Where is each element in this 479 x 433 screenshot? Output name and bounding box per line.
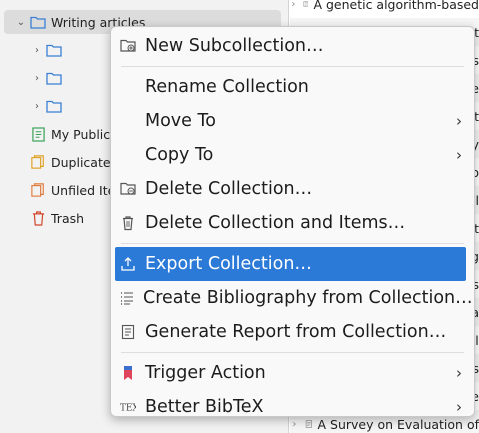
chevron-right-icon[interactable]: › [30, 73, 44, 84]
menu-item-label: Delete Collection and Items… [145, 213, 406, 233]
menu-item-delete-collection[interactable]: Delete Collection… [115, 172, 466, 206]
chevron-right-icon: › [456, 364, 462, 382]
svg-text:TEX: TEX [120, 404, 136, 414]
menu-item-label: Rename Collection [145, 77, 309, 97]
trash-icon [30, 210, 46, 226]
folder-icon [46, 98, 62, 114]
document-icon [303, 1, 308, 7]
menu-item-move-to[interactable]: Move To › [115, 104, 466, 138]
menu-item-label: Export Collection… [145, 254, 312, 274]
unfiled-icon [30, 182, 46, 198]
chevron-down-icon[interactable]: ⌄ [14, 17, 28, 28]
tree-item-trash[interactable]: Trash [28, 206, 84, 230]
item-row[interactable]: › A genetic algorithm-based [290, 0, 479, 18]
blank-icon [119, 78, 137, 96]
chevron-right-icon: › [456, 112, 462, 130]
menu-item-label: New Subcollection… [145, 36, 324, 56]
menu-item-export-collection[interactable]: Export Collection… [115, 247, 466, 281]
menu-item-label: Delete Collection… [145, 179, 313, 199]
menu-item-label: Generate Report from Collection… [145, 322, 447, 342]
chevron-right-icon[interactable]: › [30, 101, 44, 112]
tree-item-label: Trash [51, 210, 85, 226]
chevron-right-icon[interactable]: › [30, 45, 44, 56]
menu-item-trigger-action[interactable]: Trigger Action › [115, 356, 466, 390]
chevron-right-icon[interactable]: › [290, 0, 297, 10]
menu-item-copy-to[interactable]: Copy To › [115, 138, 466, 172]
menu-item-label: Better BibTeX [145, 397, 264, 417]
chevron-right-icon: › [456, 398, 462, 416]
bookmark-icon [119, 364, 137, 382]
item-title: A genetic algorithm-based [313, 0, 479, 12]
menu-item-rename-collection[interactable]: Rename Collection [115, 70, 466, 104]
menu-item-label: Move To [145, 111, 216, 131]
menu-item-new-subcollection[interactable]: New Subcollection… [115, 29, 466, 63]
menu-separator [121, 352, 464, 353]
duplicate-icon [30, 154, 46, 170]
menu-item-better-bibtex[interactable]: TEX Better BibTeX › [115, 390, 466, 424]
folder-icon [30, 14, 46, 30]
menu-item-generate-report[interactable]: Generate Report from Collection… [115, 315, 466, 349]
report-icon [119, 323, 137, 341]
tree-item-subfolder-2[interactable]: › [30, 66, 67, 90]
chevron-right-icon: › [456, 146, 462, 164]
delete-collection-icon [119, 180, 137, 198]
menu-item-label: Trigger Action [145, 363, 266, 383]
tree-item-subfolder-1[interactable]: › [30, 38, 67, 62]
bibtex-icon: TEX [119, 398, 137, 416]
folder-icon [46, 42, 62, 58]
menu-item-create-bibliography[interactable]: Create Bibliography from Collection… [115, 281, 473, 315]
new-subcollection-icon [119, 37, 137, 55]
blank-icon [119, 112, 137, 130]
tree-item-subfolder-3[interactable]: › [30, 94, 67, 118]
folder-icon [46, 70, 62, 86]
trash-icon [119, 214, 137, 232]
collection-context-menu: New Subcollection… Rename Collection Mov… [110, 26, 475, 417]
bibliography-icon [119, 289, 135, 307]
menu-item-label: Create Bibliography from Collection… [143, 288, 473, 308]
publications-icon [30, 126, 46, 142]
menu-item-delete-collection-and-items[interactable]: Delete Collection and Items… [115, 206, 466, 240]
blank-icon [119, 146, 137, 164]
menu-separator [121, 243, 464, 244]
menu-separator [121, 66, 464, 67]
menu-item-label: Copy To [145, 145, 214, 165]
export-icon [119, 255, 137, 273]
